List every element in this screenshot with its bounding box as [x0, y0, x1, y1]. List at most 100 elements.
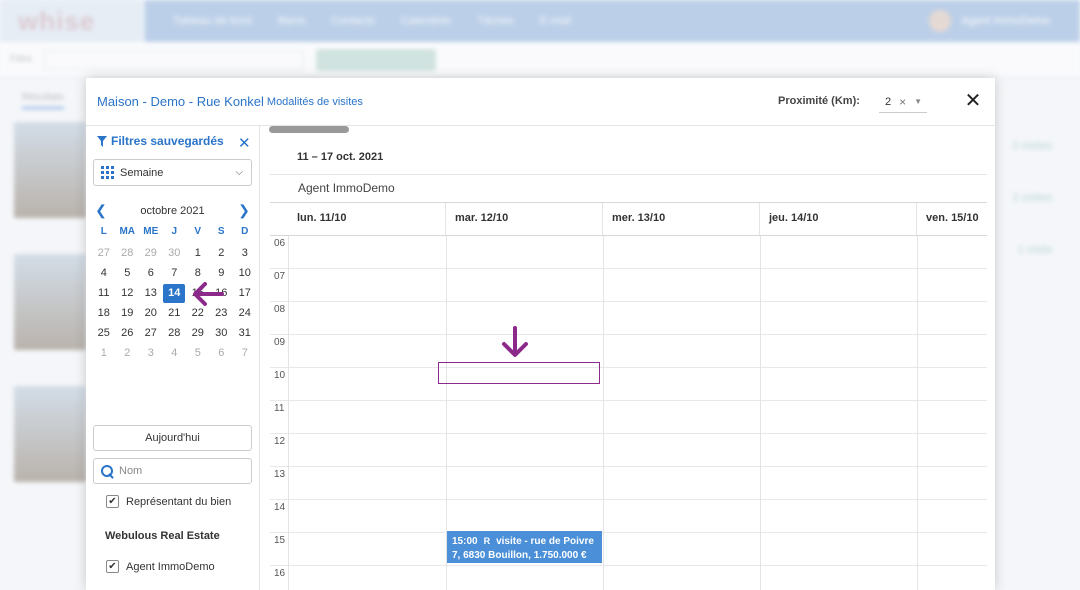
name-search-input[interactable]: [119, 465, 239, 477]
view-mode-select[interactable]: Semaine ⌵: [93, 159, 252, 186]
mini-calendar-month: octobre 2021: [140, 204, 205, 217]
calendar-day[interactable]: 12: [116, 283, 140, 303]
hour-label: 11: [274, 403, 285, 414]
hour-row[interactable]: 16: [270, 566, 987, 590]
nav-tasks[interactable]: Tâches: [478, 15, 514, 27]
checkbox-checked[interactable]: ✔: [106, 495, 119, 508]
calendar-day[interactable]: 30: [210, 323, 234, 343]
hour-row[interactable]: 07: [270, 269, 987, 302]
app-user[interactable]: Agent ImmoDemo: [929, 10, 1080, 32]
hour-row[interactable]: 06: [270, 236, 987, 269]
calendar-day-selected[interactable]: 14: [163, 283, 187, 303]
calendar-day[interactable]: 3: [139, 343, 163, 363]
proximity-select[interactable]: 2 × ▼: [879, 91, 927, 113]
calendar-day[interactable]: 26: [116, 323, 140, 343]
calendar-day[interactable]: 7: [163, 263, 187, 283]
calendar-day[interactable]: 17: [233, 283, 257, 303]
property-thumbnail[interactable]: [14, 386, 86, 482]
nav-calendar[interactable]: Calendrier: [401, 15, 452, 27]
calendar-day[interactable]: 1: [92, 343, 116, 363]
hour-row[interactable]: 09: [270, 335, 987, 368]
calendar-day[interactable]: 3: [233, 243, 257, 263]
prev-month-icon[interactable]: ❮: [93, 202, 109, 219]
time-grid[interactable]: 16 15 14 13 12 11 10 09 08 07 06: [270, 235, 987, 590]
hour-row[interactable]: 14: [270, 500, 987, 533]
agency-group-label: Webulous Real Estate: [105, 530, 220, 542]
calendar-day[interactable]: 1: [186, 243, 210, 263]
calendar-day[interactable]: 11: [92, 283, 116, 303]
hour-row[interactable]: 15: [270, 533, 987, 566]
calendar-day-number: 11: [98, 287, 110, 299]
column-divider: [603, 236, 604, 590]
saved-filters-title[interactable]: Filtres sauvegardés: [97, 134, 224, 148]
nav-contacts[interactable]: Contacts: [331, 15, 374, 27]
app-nav: Tableau de bord Biens Contacts Calendrie…: [145, 15, 571, 27]
calendar-day[interactable]: 24: [233, 303, 257, 323]
nav-email[interactable]: E-mail: [540, 15, 571, 27]
calendar-day[interactable]: 5: [116, 263, 140, 283]
calendar-day[interactable]: 30: [163, 243, 187, 263]
modal-subtitle: Modalités de visites: [266, 95, 363, 108]
calendar-event[interactable]: 15:00 Rvisite - rue de Poivre 7, 6830 Bou…: [447, 531, 602, 563]
app-chip[interactable]: [316, 48, 437, 71]
calendar-day[interactable]: 21: [163, 303, 187, 323]
app-search-input[interactable]: [44, 49, 305, 70]
representant-checkbox-row[interactable]: ✔ Représentant du bien: [106, 495, 231, 508]
column-divider: [760, 236, 761, 590]
calendar-day[interactable]: 28: [163, 323, 187, 343]
calendar-day[interactable]: 4: [163, 343, 187, 363]
calendar-day[interactable]: 27: [92, 243, 116, 263]
calendar-day[interactable]: 10: [233, 263, 257, 283]
calendar-day[interactable]: 19: [116, 303, 140, 323]
property-thumbnail[interactable]: [14, 122, 86, 218]
nav-dashboard[interactable]: Tableau de bord: [173, 15, 252, 27]
calendar-day[interactable]: 13: [139, 283, 163, 303]
checkbox-checked[interactable]: ✔: [106, 560, 119, 573]
filter-toggle[interactable]: Filtre: [10, 54, 32, 65]
calendar-day[interactable]: 6: [139, 263, 163, 283]
calendar-day[interactable]: 20: [139, 303, 163, 323]
calendar-day-number: 3: [241, 247, 248, 259]
calendar-day[interactable]: 4: [92, 263, 116, 283]
hour-row[interactable]: 11: [270, 401, 987, 434]
app-logo: whise: [0, 0, 145, 42]
calendar-day[interactable]: 7: [233, 343, 257, 363]
results-tab[interactable]: Résultats: [22, 92, 64, 109]
today-button[interactable]: Aujourd'hui: [93, 425, 252, 451]
calendar-day[interactable]: 31: [233, 323, 257, 343]
mini-calendar-header: ❮ octobre 2021 ❯: [93, 202, 252, 219]
horizontal-scrollbar[interactable]: [269, 126, 349, 133]
calendar-day[interactable]: 2: [210, 243, 234, 263]
next-month-icon[interactable]: ❯: [236, 202, 252, 219]
nav-properties[interactable]: Biens: [278, 15, 306, 27]
calendar-day-number: 10: [238, 267, 251, 279]
agent-checkbox-row[interactable]: ✔ Agent ImmoDemo: [106, 560, 215, 573]
clear-icon[interactable]: ×: [899, 95, 906, 109]
visit-count: 3 visites: [1012, 140, 1052, 152]
hour-row[interactable]: 13: [270, 467, 987, 500]
property-thumbnail[interactable]: [14, 254, 86, 350]
calendar-day[interactable]: 29: [186, 323, 210, 343]
calendar-day[interactable]: 25: [92, 323, 116, 343]
caret-down-icon[interactable]: ▼: [914, 97, 922, 106]
calendar-day[interactable]: 2: [116, 343, 140, 363]
calendar-day[interactable]: 28: [116, 243, 140, 263]
hour-label: 12: [274, 436, 286, 447]
calendar-day[interactable]: 18: [92, 303, 116, 323]
calendar-day[interactable]: 5: [186, 343, 210, 363]
calendar-day[interactable]: 27: [139, 323, 163, 343]
hour-row[interactable]: 08: [270, 302, 987, 335]
close-filters-icon[interactable]: ✕: [238, 134, 251, 152]
calendar-day-number: 1: [100, 347, 107, 359]
day-header: lun. 11/10: [297, 212, 347, 224]
close-button[interactable]: ✕: [963, 90, 983, 112]
hour-row[interactable]: 12: [270, 434, 987, 467]
calendar-day-number: 21: [168, 307, 181, 319]
calendar-day[interactable]: 29: [139, 243, 163, 263]
name-search[interactable]: [93, 458, 252, 484]
hour-row[interactable]: 10: [270, 368, 987, 401]
calendar-day-number: 4: [100, 267, 107, 279]
hour-label: 15: [274, 535, 286, 546]
calendar-day[interactable]: 6: [210, 343, 234, 363]
saved-filters-label: Filtres sauvegardés: [111, 134, 224, 148]
